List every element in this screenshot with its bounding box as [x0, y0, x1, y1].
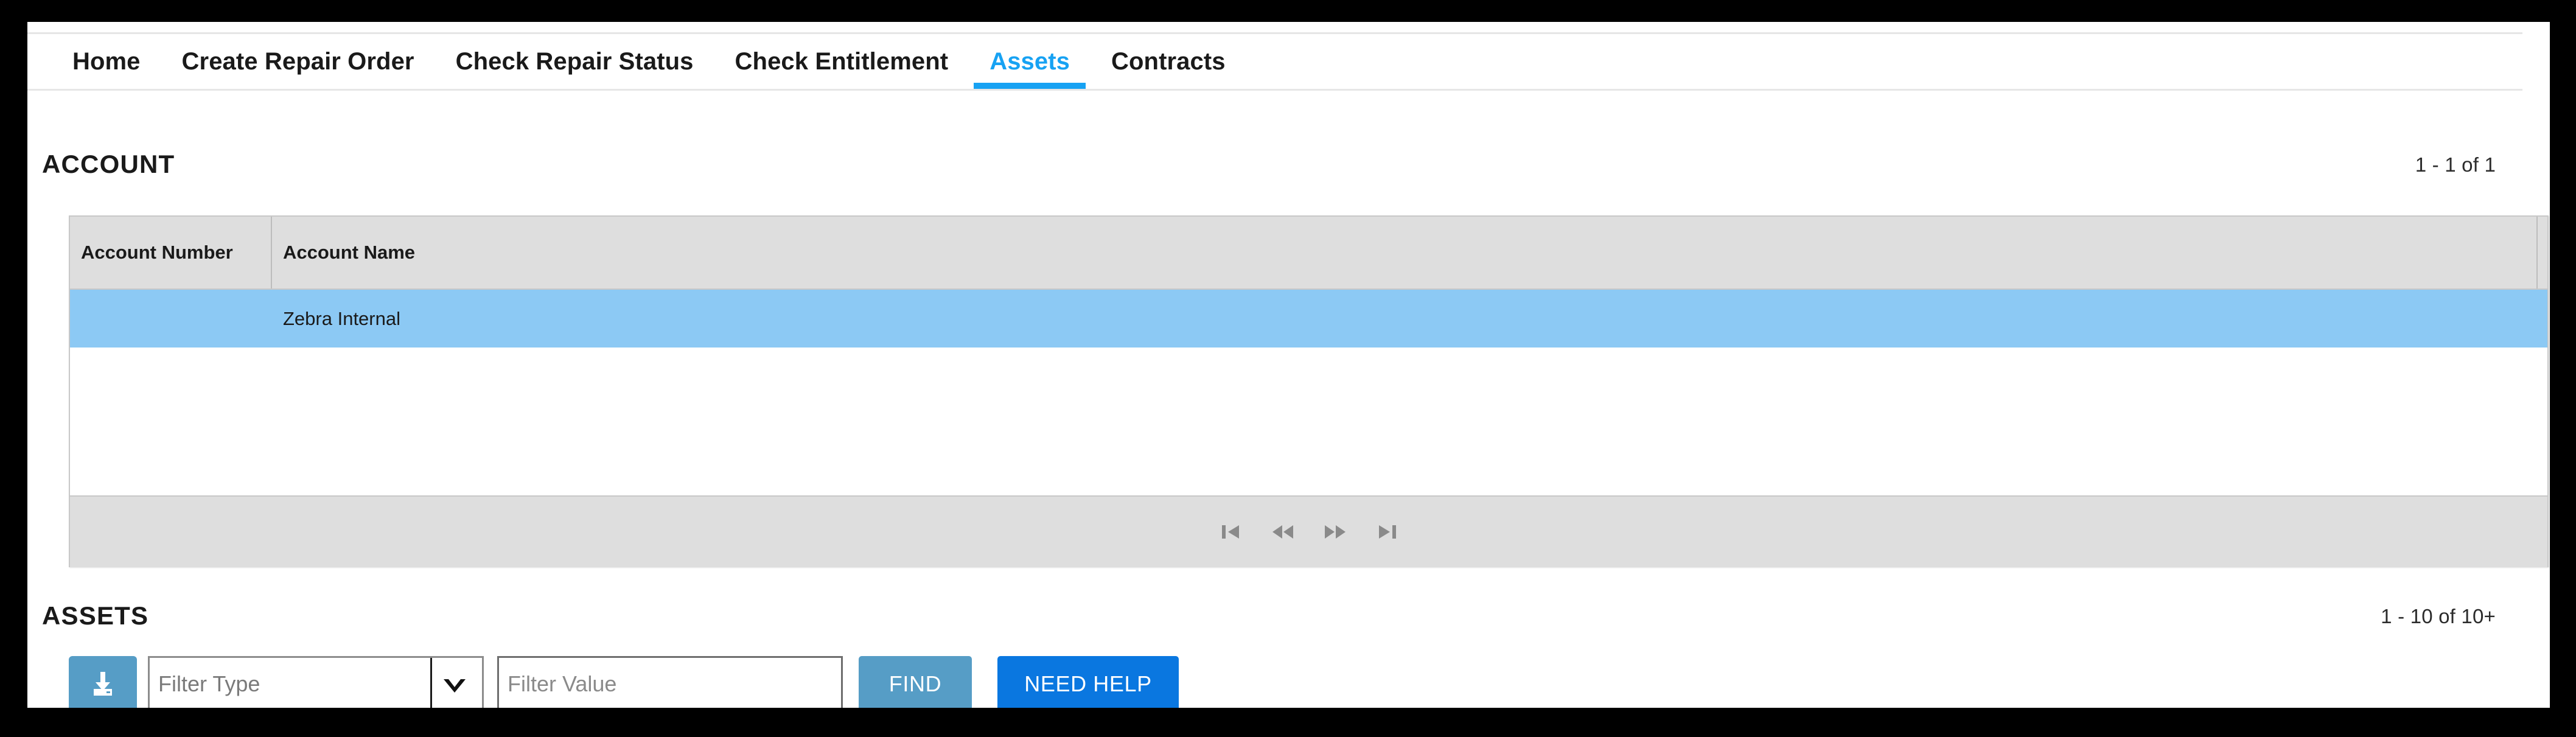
- account-table: Account Number Account Name Zebra Intern…: [69, 215, 2549, 567]
- cell-account-name: Zebra Internal: [283, 308, 400, 329]
- tab-check-entitlement[interactable]: Check Entitlement: [714, 34, 969, 89]
- tab-list: Home Create Repair Order Check Repair St…: [52, 34, 1246, 89]
- assets-section-title: ASSETS: [42, 601, 149, 630]
- download-icon: [86, 667, 119, 702]
- next-page-icon[interactable]: [1322, 519, 1349, 545]
- account-section-title: ACCOUNT: [42, 150, 175, 178]
- account-section-header: ACCOUNT 1 - 1 of 1: [27, 150, 2522, 186]
- assets-section-header: ASSETS 1 - 10 of 10+: [27, 601, 2522, 638]
- last-page-icon[interactable]: [1374, 519, 1401, 545]
- cell-account-number: [70, 290, 272, 348]
- column-header-spacer: [2538, 217, 2547, 288]
- main-navigation-tabs: Home Create Repair Order Check Repair St…: [27, 32, 2522, 91]
- tab-create-repair-order-label: Create Repair Order: [181, 47, 414, 75]
- account-table-header-row: Account Number Account Name: [70, 217, 2547, 290]
- tab-assets-label: Assets: [990, 47, 1070, 75]
- first-page-icon[interactable]: [1217, 519, 1244, 545]
- screen-frame: Home Create Repair Order Check Repair St…: [0, 0, 2576, 737]
- app-viewport: Home Create Repair Order Check Repair St…: [27, 22, 2550, 708]
- tab-home[interactable]: Home: [52, 34, 161, 89]
- column-header-account-name[interactable]: Account Name: [272, 217, 2538, 288]
- account-table-pager: [70, 495, 2547, 567]
- account-table-body: Zebra Internal: [70, 290, 2547, 495]
- download-button[interactable]: [69, 656, 137, 708]
- tab-check-repair-status[interactable]: Check Repair Status: [435, 34, 714, 89]
- tab-home-label: Home: [72, 47, 141, 75]
- chevron-down-icon[interactable]: [430, 658, 477, 708]
- tab-check-repair-status-label: Check Repair Status: [455, 47, 694, 75]
- tab-contracts[interactable]: Contracts: [1091, 34, 1246, 89]
- previous-page-icon[interactable]: [1269, 519, 1296, 545]
- filter-value-input[interactable]: [497, 656, 843, 708]
- assets-toolbar: Filter Type FIND NEED HELP: [69, 656, 1179, 708]
- filter-type-select[interactable]: Filter Type: [148, 656, 484, 708]
- table-row[interactable]: Zebra Internal: [70, 290, 2547, 348]
- tab-create-repair-order[interactable]: Create Repair Order: [161, 34, 435, 89]
- tab-contracts-label: Contracts: [1111, 47, 1226, 75]
- account-record-count: 1 - 1 of 1: [2415, 153, 2496, 176]
- assets-record-count: 1 - 10 of 10+: [2381, 605, 2496, 627]
- tab-assets[interactable]: Assets: [969, 34, 1091, 89]
- find-button[interactable]: FIND: [859, 656, 972, 708]
- need-help-button[interactable]: NEED HELP: [997, 656, 1179, 708]
- filter-type-selected-label: Filter Type: [158, 671, 260, 696]
- tab-check-entitlement-label: Check Entitlement: [735, 47, 949, 75]
- column-header-account-number[interactable]: Account Number: [70, 217, 272, 288]
